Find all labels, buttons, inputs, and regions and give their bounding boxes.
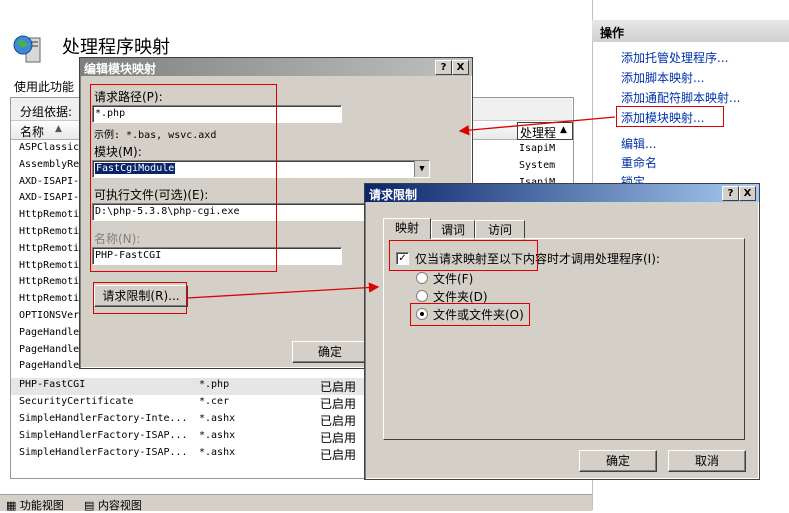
tab-mapping[interactable]: 映射 [383,218,431,239]
arrow-to-edit-dialog [458,116,616,136]
annotation-arrows [186,116,616,299]
arrow-to-restrictions-dialog [186,282,380,299]
